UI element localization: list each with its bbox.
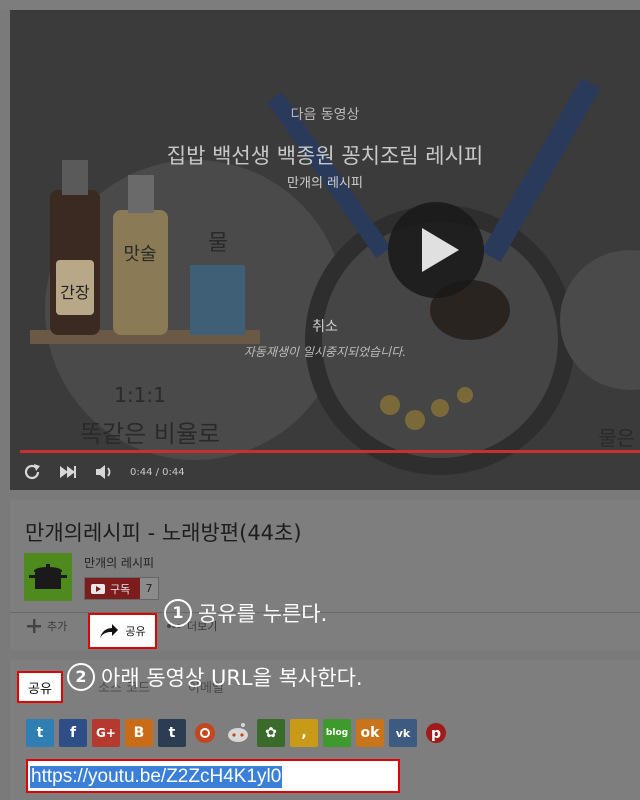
step1-number: 1 bbox=[164, 599, 192, 627]
svg-text:맛술: 맛술 bbox=[123, 244, 156, 265]
skip-next-icon bbox=[60, 466, 76, 478]
channel-avatar[interactable] bbox=[24, 553, 72, 601]
svg-text:물은: 물은 bbox=[598, 426, 635, 450]
play-icon bbox=[422, 228, 459, 272]
subscribe-button[interactable]: 구독 7 bbox=[84, 577, 159, 600]
player-controls: 0:44 / 0:44 bbox=[20, 460, 320, 484]
subscribe-label: 구독 bbox=[110, 582, 131, 596]
subscriber-count: 7 bbox=[145, 582, 153, 595]
volume-button[interactable] bbox=[92, 460, 116, 484]
replay-button[interactable] bbox=[20, 460, 44, 484]
step1-text: 공유를 누른다. bbox=[198, 602, 328, 626]
svg-text:간장: 간장 bbox=[60, 283, 90, 302]
pinterest-icon[interactable]: p bbox=[422, 719, 450, 747]
tab-share[interactable]: 공유 bbox=[17, 671, 63, 703]
video-title: 만개의레시피 - 노래방편(44초) bbox=[25, 521, 302, 545]
top-strip bbox=[0, 0, 640, 10]
vk-icon[interactable]: vk bbox=[389, 719, 417, 747]
volume-icon bbox=[96, 465, 111, 479]
pot-icon bbox=[24, 553, 72, 601]
odnoklassniki-icon[interactable]: ok bbox=[356, 719, 384, 747]
video-thumbnail-art: 간장 맛술 물 1:1:1 똑같은 비율로 물은 bbox=[30, 77, 640, 475]
video-player[interactable]: 간장 맛술 물 1:1:1 똑같은 비율로 물은 다음 동영상 집밥 백선생 백… bbox=[10, 10, 640, 490]
next-video-label: 다음 동영상 bbox=[290, 107, 360, 123]
youtube-logo-icon bbox=[91, 583, 105, 594]
step2-number: 2 bbox=[67, 663, 95, 691]
next-video-title[interactable]: 집밥 백선생 백종원 꽁치조림 레시피 bbox=[10, 140, 640, 170]
next-button[interactable] bbox=[56, 460, 80, 484]
callout-step2: 2 아래 동영상 URL을 복사한다. bbox=[67, 662, 363, 693]
autoplay-paused-text: 자동재생이 일시중지되었습니다. bbox=[243, 345, 407, 359]
plus-icon bbox=[27, 619, 41, 633]
add-label: 추가 bbox=[47, 620, 68, 633]
share-url-field[interactable]: https://youtu.be/Z2ZcH4K1yl0 bbox=[26, 759, 400, 793]
share-button[interactable]: 공유 bbox=[88, 613, 157, 649]
share-url-text[interactable]: https://youtu.be/Z2ZcH4K1yl0 bbox=[30, 766, 283, 788]
twitter-icon[interactable]: t bbox=[26, 719, 54, 747]
step2-text: 아래 동영상 URL을 복사한다. bbox=[101, 666, 363, 690]
next-video-channel: 만개의 레시피 bbox=[287, 176, 363, 191]
facebook-icon[interactable]: f bbox=[59, 719, 87, 747]
progress-bar[interactable] bbox=[20, 450, 640, 453]
svg-text:1:1:1: 1:1:1 bbox=[114, 383, 166, 407]
svg-text:물: 물 bbox=[208, 231, 228, 256]
stumbleupon-icon[interactable] bbox=[191, 719, 219, 747]
svg-text:p: p bbox=[431, 726, 441, 742]
share-label: 공유 bbox=[125, 625, 146, 638]
blogger-icon[interactable]: B bbox=[125, 719, 153, 747]
callout-step1: 1 공유를 누른다. bbox=[164, 598, 327, 629]
svg-text:똑같은 비율로: 똑같은 비율로 bbox=[80, 420, 220, 448]
cyworld-icon[interactable]: ✿ bbox=[257, 719, 285, 747]
cancel-autoplay-button[interactable]: 취소 bbox=[10, 316, 640, 336]
reddit-icon[interactable] bbox=[224, 719, 252, 747]
social-share-icons: t f G+ B t ✿ , blog ok vk p bbox=[26, 719, 450, 747]
play-next-button[interactable] bbox=[388, 202, 484, 298]
share-arrow-icon bbox=[100, 624, 119, 638]
channel-name[interactable]: 만개의 레시피 bbox=[84, 554, 154, 571]
naver-blog-icon[interactable]: blog bbox=[323, 719, 351, 747]
replay-icon bbox=[24, 464, 40, 480]
add-to-button[interactable]: 추가 bbox=[26, 618, 67, 634]
google-plus-icon[interactable]: G+ bbox=[92, 719, 120, 747]
subscribe-red-part: 구독 bbox=[85, 578, 140, 599]
time-display: 0:44 / 0:44 bbox=[130, 466, 185, 478]
tumblr-icon[interactable]: t bbox=[158, 719, 186, 747]
kakao-story-icon[interactable]: , bbox=[290, 719, 318, 747]
